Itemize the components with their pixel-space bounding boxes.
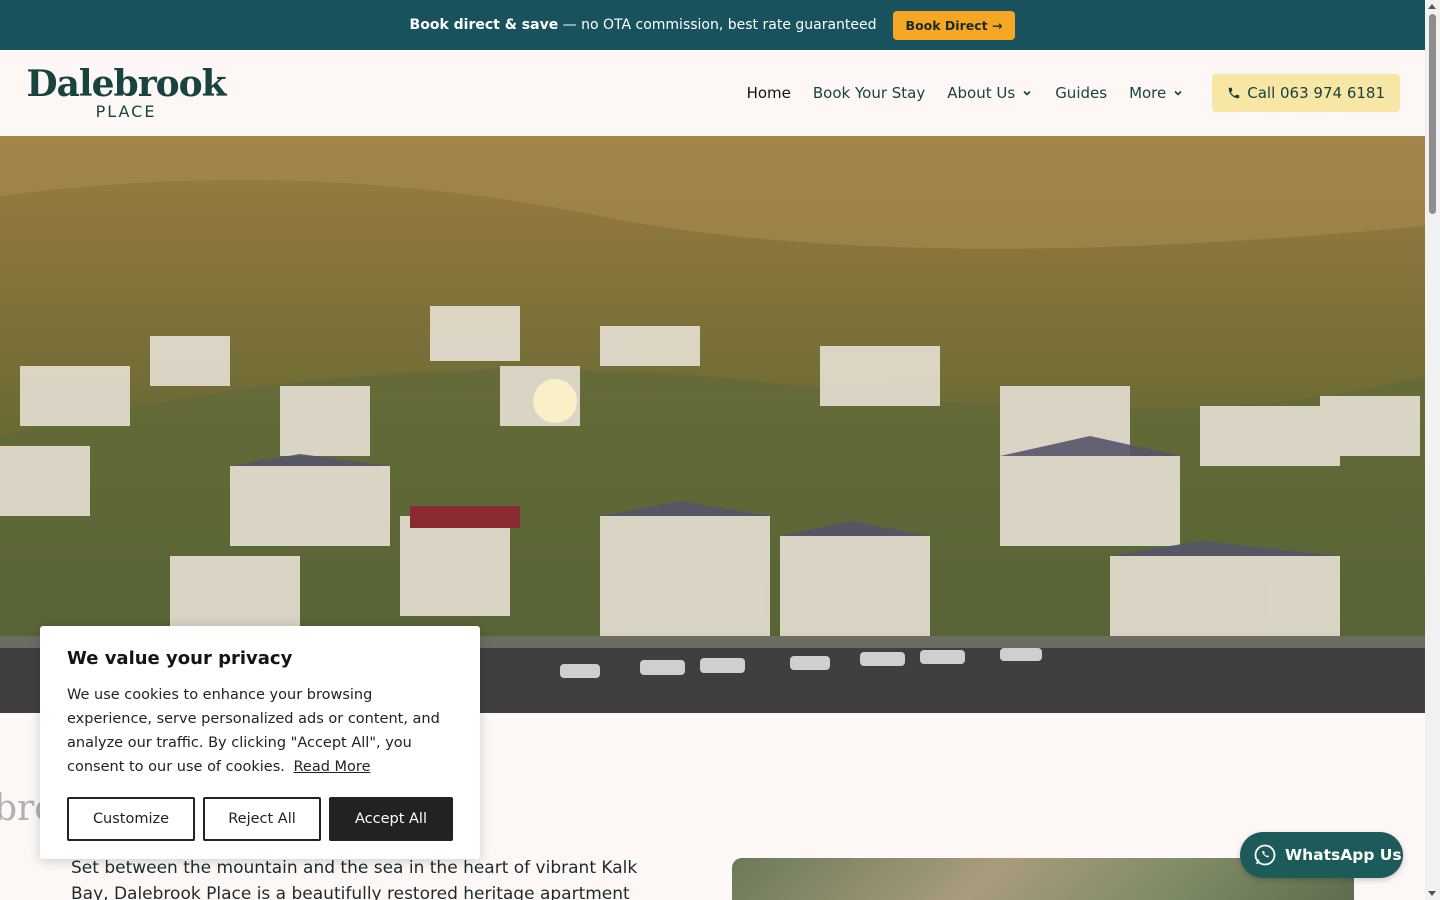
- site-header: Dalebrook PLACE Home Book Your Stay Abou…: [0, 50, 1425, 136]
- customize-button[interactable]: Customize: [67, 797, 195, 841]
- promo-bold: Book direct & save: [409, 17, 559, 33]
- cookie-body: We use cookies to enhance your browsing …: [67, 683, 453, 779]
- call-label: Call 063 974 6181: [1247, 84, 1385, 102]
- cookie-body-text: We use cookies to enhance your browsing …: [67, 687, 440, 775]
- main-nav: Home Book Your Stay About Us Guides More…: [747, 74, 1400, 112]
- cookie-buttons: Customize Reject All Accept All: [67, 797, 453, 841]
- site-logo[interactable]: Dalebrook PLACE: [26, 65, 226, 121]
- page-scrollbar[interactable]: [1425, 0, 1440, 900]
- logo-sub: PLACE: [95, 102, 157, 121]
- scroll-up-arrow[interactable]: [1428, 4, 1436, 9]
- whatsapp-label: WhatsApp Us: [1285, 846, 1402, 864]
- nav-guides[interactable]: Guides: [1055, 84, 1107, 102]
- nav-about-us[interactable]: About Us: [947, 84, 1033, 102]
- accept-all-button[interactable]: Accept All: [329, 797, 453, 841]
- book-direct-button[interactable]: Book Direct →: [892, 10, 1016, 40]
- cookie-consent-dialog: We value your privacy We use cookies to …: [40, 626, 480, 859]
- promo-text: Book direct & save — no OTA commission, …: [410, 17, 877, 33]
- nav-book-label: Book Your Stay: [812, 84, 926, 102]
- nav-book-your-stay[interactable]: Book Your Stay: [813, 84, 925, 102]
- chevron-down-icon: [1023, 90, 1031, 96]
- nav-home[interactable]: Home: [747, 84, 791, 102]
- intro-paragraph: Set between the mountain and the sea in …: [71, 858, 638, 900]
- call-button[interactable]: Call 063 974 6181: [1212, 74, 1400, 112]
- chevron-down-icon: [1174, 90, 1182, 96]
- promo-rest: — no OTA commission, best rate guarantee…: [562, 17, 877, 33]
- promo-banner: Book direct & save — no OTA commission, …: [0, 0, 1425, 50]
- nav-guides-label: Guides: [1055, 84, 1108, 102]
- read-more-link[interactable]: Read More: [294, 759, 371, 775]
- reject-all-button[interactable]: Reject All: [203, 797, 321, 841]
- nav-more-label: More: [1129, 84, 1167, 102]
- nav-about-label: About Us: [947, 84, 1016, 102]
- phone-icon: [1229, 87, 1240, 99]
- cookie-title: We value your privacy: [67, 648, 293, 669]
- whatsapp-button[interactable]: WhatsApp Us: [1240, 832, 1403, 878]
- nav-more[interactable]: More: [1129, 84, 1184, 102]
- scroll-thumb[interactable]: [1429, 14, 1436, 214]
- logo-main: Dalebrook: [26, 63, 226, 105]
- scroll-down-arrow[interactable]: [1428, 891, 1436, 896]
- nav-home-label: Home: [746, 84, 791, 102]
- whatsapp-icon: [1254, 844, 1276, 866]
